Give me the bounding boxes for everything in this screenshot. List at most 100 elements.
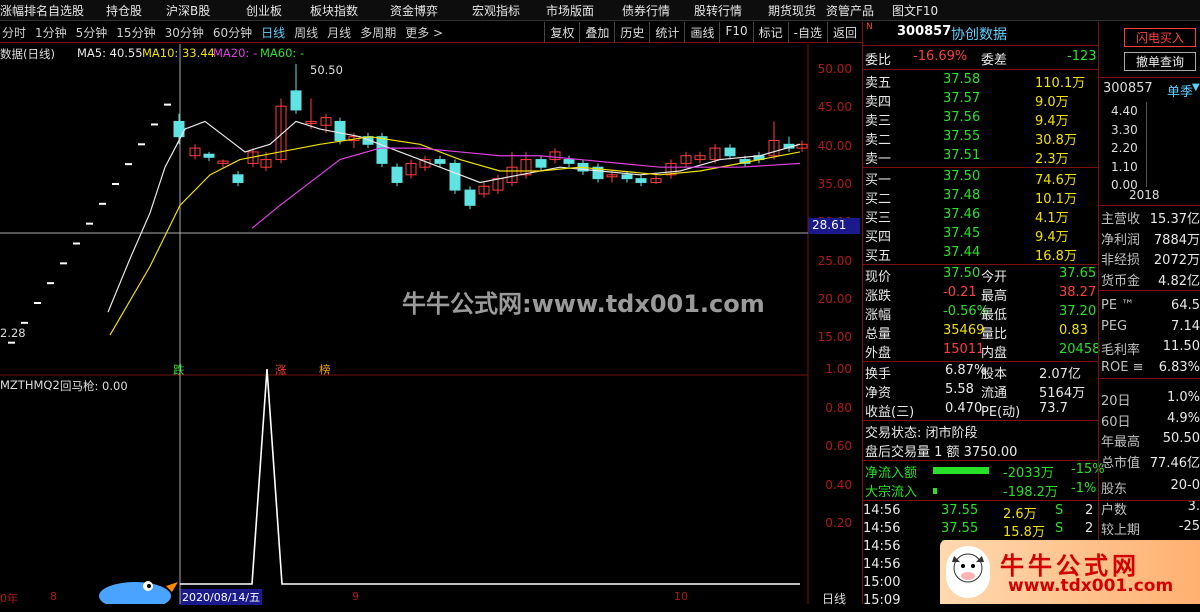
far-value-3: 4.82亿 [1158, 273, 1200, 289]
dropdown-icon[interactable]: ▼ [1192, 82, 1200, 93]
candle-body-37 [709, 147, 721, 161]
menu-item-0[interactable]: 涨幅排名 [0, 0, 48, 20]
chart-title: 数据(日线) [0, 47, 55, 61]
period-tab-3[interactable]: 15分钟 [116, 24, 155, 41]
far-label-3: 货币金 [1101, 273, 1141, 289]
sep3 [863, 264, 1099, 265]
tool-button-1[interactable]: 叠加 [579, 22, 614, 43]
ask-volume: 30.8万 [1035, 133, 1077, 148]
bid-label: 买四 [865, 230, 892, 245]
period-tab-8[interactable]: 月线 [327, 24, 351, 41]
tick-time: 14:56 [863, 521, 901, 536]
tick-row-1: 14:56 37.55 15.8万 S 2 [863, 521, 1099, 540]
tool-button-6[interactable]: 标记 [752, 22, 788, 43]
menu-item-13[interactable]: 图文F10 [884, 0, 944, 20]
after-hours: 盘后交易量 1 额 3750.00 [865, 445, 1018, 460]
menu-item-12[interactable]: 资管产品 [818, 0, 884, 20]
quote-label: 涨跌 [865, 289, 892, 304]
menu-item-3[interactable]: 沪深B股 [158, 0, 238, 20]
candle-body-35 [680, 155, 692, 164]
menu-item-10[interactable]: 股转行情 [686, 0, 760, 20]
menu-item-7[interactable]: 宏观指标 [464, 0, 538, 20]
period-tab-1[interactable]: 1分钟 [35, 24, 67, 41]
ask-label: 卖五 [865, 76, 892, 91]
ask-label: 卖三 [865, 114, 892, 129]
block-flow-bar [933, 488, 937, 494]
tool-button-7[interactable]: -自选 [787, 22, 827, 43]
tick-time: 14:56 [863, 557, 901, 572]
far-label-6: 毛利率 [1101, 343, 1141, 358]
menu-item-8[interactable]: 市场版面 [538, 0, 614, 20]
flash-buy-button[interactable]: 闪电买入 [1124, 28, 1196, 47]
quote-label2: 最低 [981, 308, 1008, 323]
quote-value: 15011 [943, 342, 985, 357]
menu-item-1[interactable]: 自选股 [40, 0, 98, 20]
candle-body-43 [796, 143, 808, 149]
menu-item-9[interactable]: 债券行情 [614, 0, 686, 20]
tool-button-8[interactable]: 返回 [826, 22, 862, 43]
period-tab-2[interactable]: 5分钟 [76, 24, 108, 41]
period-tab-5[interactable]: 60分钟 [213, 24, 252, 41]
finance-panel: 闪电买入 撤单查询 300857 单季 ▼ 4.40 3.30 2.20 1.10 0.… [1098, 22, 1200, 604]
flow-pct: -1% [1071, 481, 1097, 496]
fund-row-1: 净资 5.58 流通 5164万 [863, 382, 1099, 401]
fund-value2: 5164万 [1039, 386, 1086, 401]
tool-button-4[interactable]: 画线 [684, 22, 719, 43]
candle-body-42 [783, 143, 795, 149]
low-price-label: 2.28 [0, 326, 26, 340]
quote-value2: 38.27 [1059, 285, 1097, 300]
bid-label: 买二 [865, 192, 892, 207]
bid-label: 买一 [865, 173, 892, 188]
status-row: 交易状态: 闭市阶段 [863, 422, 1099, 441]
bid-price: 37.48 [943, 188, 981, 203]
tool-button-5[interactable]: F10 [719, 22, 752, 43]
period-tab-6[interactable]: 日线 [261, 24, 285, 41]
ind-yaxis-label-0: 1.00 [825, 362, 852, 376]
far-yaxis-1: 3.30 [1111, 122, 1138, 137]
period-tab-10[interactable]: 更多 > [405, 24, 443, 41]
far-value-1: 7884万 [1153, 232, 1200, 248]
kline-chart[interactable]: 数据(日线) MA5: 40.55 MA10: 33.44 MA20: - MA… [0, 44, 862, 610]
menu-item-11[interactable]: 期货现货 [760, 0, 818, 20]
tool-button-2[interactable]: 历史 [614, 22, 649, 43]
menu-item-2[interactable]: 持仓股 [98, 0, 158, 20]
far-label-5: PEG [1101, 318, 1128, 334]
bid-volume: 9.4万 [1035, 230, 1069, 245]
ma5-label: MA5: 40.55 [77, 46, 143, 60]
candle-body-12 [348, 136, 360, 141]
menu-item-6[interactable]: 资金博弈 [382, 0, 464, 20]
quote-row-3: 总量 35469 量比 0.83 [863, 323, 1099, 342]
stock-name[interactable]: 协创数据 [951, 24, 1007, 44]
menu-item-5[interactable]: 板块指数 [302, 0, 382, 20]
candle-body-14 [376, 136, 388, 164]
tool-button-3[interactable]: 统计 [649, 22, 684, 43]
menu-item-4[interactable]: 创业板 [238, 0, 302, 20]
bid-volume: 4.1万 [1035, 211, 1069, 226]
cow-icon [946, 546, 990, 598]
ask-volume: 110.1万 [1035, 76, 1086, 91]
far-value-8: 1.0% [1166, 390, 1200, 405]
season-select[interactable]: 单季 [1167, 81, 1193, 100]
candle-body-32 [635, 178, 647, 183]
far-label-9: 60日 [1101, 414, 1131, 430]
period-tab-4[interactable]: 30分钟 [165, 24, 204, 41]
candle-body-11 [334, 120, 346, 141]
far-value-4: 64.5 [1171, 298, 1200, 313]
sep5 [863, 420, 1099, 421]
candle-body-39 [739, 159, 751, 164]
fund-value2: 2.07亿 [1039, 367, 1081, 382]
far-value-12: 20-0 [1170, 478, 1200, 493]
candle-body-36 [694, 155, 706, 161]
flow-label: 大宗流入 [865, 485, 918, 500]
far-label-11: 总市值 [1101, 455, 1141, 471]
wc-value: -123 [1067, 49, 1097, 64]
sep6 [863, 460, 1099, 461]
far-label-7: ROE ≡ [1101, 359, 1144, 375]
far-sep-1 [1099, 378, 1200, 379]
tool-button-0[interactable]: 复权 [544, 22, 579, 43]
candle-body-3 [217, 160, 229, 164]
cancel-query-button[interactable]: 撤单查询 [1124, 52, 1196, 71]
period-tab-7[interactable]: 周线 [294, 24, 318, 41]
period-tab-9[interactable]: 多周期 [360, 24, 396, 41]
period-tab-0[interactable]: 分时 [2, 24, 26, 41]
